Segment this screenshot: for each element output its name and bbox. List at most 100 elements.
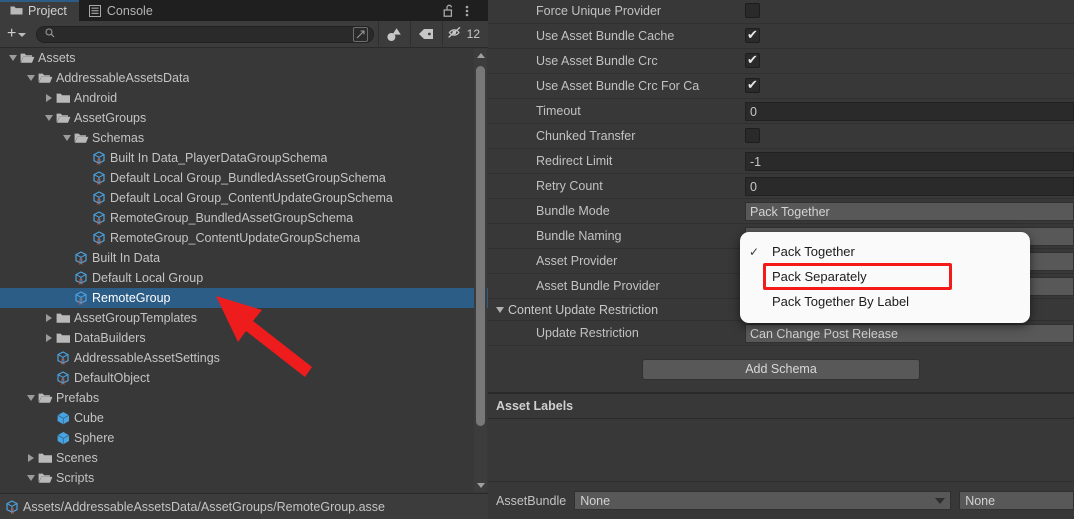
chevron-down-icon[interactable] <box>24 72 37 85</box>
bundle-mode-dropdown-menu[interactable]: ✓ Pack Together Pack Separately Pack Togeth… <box>740 232 1030 323</box>
dropdown-option-pack-together[interactable]: ✓ Pack Together <box>740 239 1030 264</box>
property-dropdown[interactable]: Pack Together <box>745 202 1074 221</box>
folder-open-icon <box>37 391 54 406</box>
tree-item-label: Default Local Group <box>92 271 204 285</box>
property-label: Use Asset Bundle Crc <box>536 54 658 68</box>
tree-item-default-local-group[interactable]: {} Default Local Group <box>0 268 488 288</box>
scriptable-object-icon: {} <box>55 351 72 366</box>
tree-item-label: Sphere <box>74 431 115 445</box>
chevron-down-icon[interactable] <box>60 132 73 145</box>
property-label: Update Restriction <box>536 326 639 340</box>
chevron-down-icon[interactable] <box>24 472 37 485</box>
search-field[interactable] <box>36 25 374 43</box>
chevron-right-icon[interactable] <box>24 452 37 465</box>
tree-item-remotegroup[interactable]: {} RemoteGroup <box>0 288 488 308</box>
property-checkbox[interactable] <box>745 26 760 43</box>
tree-item-addressableassetsettings[interactable]: {} AddressableAssetSettings <box>0 348 488 368</box>
eye-crossed-icon <box>447 26 466 42</box>
scrollbar-thumb[interactable] <box>476 66 485 426</box>
dropdown-option-pack-separately[interactable]: Pack Separately <box>740 263 1030 290</box>
save-search-icon[interactable] <box>352 26 368 42</box>
svg-text:{}: {} <box>79 299 84 305</box>
search-input[interactable] <box>55 28 353 40</box>
scroll-up-arrow-icon[interactable] <box>474 49 487 62</box>
prefab-icon <box>55 411 72 426</box>
property-checkbox[interactable] <box>745 128 760 143</box>
folder-open-icon <box>55 111 72 126</box>
tree-item-cube[interactable]: Cube <box>0 408 488 428</box>
project-tree-scrollbar[interactable] <box>474 49 487 492</box>
asset-bundle-name-value: None <box>580 493 611 508</box>
chevron-right-icon[interactable] <box>42 312 55 325</box>
tree-item-addressableassetsdata[interactable]: AddressableAssetsData <box>0 68 488 88</box>
chevron-down-icon[interactable] <box>24 392 37 405</box>
tree-item-default-local-group-contentupdategroupschema[interactable]: {} Default Local Group_ContentUpdateGroup… <box>0 188 488 208</box>
tree-item-assets[interactable]: Assets <box>0 48 488 68</box>
add-schema-button[interactable]: Add Schema <box>642 358 920 380</box>
tree-item-schemas[interactable]: Schemas <box>0 128 488 148</box>
chevron-right-icon[interactable] <box>42 92 55 105</box>
foldout-label: Content Update Restriction <box>508 302 659 317</box>
chevron-down-icon[interactable] <box>42 112 55 125</box>
tab-console[interactable]: Console <box>79 0 165 21</box>
tree-item-remotegroup-bundledassetgroupschema[interactable]: {} RemoteGroup_BundledAssetGroupSchema <box>0 208 488 228</box>
chevron-right-icon[interactable] <box>42 332 55 345</box>
hidden-count-label: 12 <box>466 27 480 41</box>
property-checkbox[interactable] <box>745 76 760 93</box>
folder-icon <box>55 331 72 346</box>
lock-open-icon[interactable] <box>443 4 456 18</box>
tree-item-label: AddressableAssetsData <box>56 71 190 85</box>
project-tree[interactable]: Assets AddressableAssetsData Android AssetG… <box>0 48 488 493</box>
filter-by-type-icon[interactable] <box>379 21 410 48</box>
console-icon <box>89 4 102 17</box>
tree-item-default-local-group-bundledassetgroupschema[interactable]: {} Default Local Group_BundledAssetGroupS… <box>0 168 488 188</box>
create-asset-button[interactable]: + <box>0 25 32 44</box>
update-restriction-dropdown[interactable]: Can Change Post Release <box>745 324 1074 343</box>
scroll-down-arrow-icon[interactable] <box>474 479 487 492</box>
dropdown-option-pack-together-by-label[interactable]: Pack Together By Label <box>740 289 1030 314</box>
project-toolbar: + 12 <box>0 20 488 48</box>
tab-project[interactable]: Project <box>0 0 79 21</box>
tree-item-prefabs[interactable]: Prefabs <box>0 388 488 408</box>
property-label: Use Asset Bundle Crc For Ca <box>536 79 700 93</box>
tree-item-defaultobject[interactable]: {} DefaultObject <box>0 368 488 388</box>
property-text-field[interactable]: -1 <box>745 152 1074 171</box>
asset-bundle-variant-dropdown[interactable]: None <box>959 491 1074 510</box>
project-status-bar: {} Assets/AddressableAssetsData/AssetGro… <box>0 493 488 519</box>
hidden-objects-toggle[interactable]: 12 <box>443 21 488 48</box>
folder-open-icon <box>37 71 54 86</box>
tree-item-remotegroup-contentupdategroupschema[interactable]: {} RemoteGroup_ContentUpdateGroupSchema <box>0 228 488 248</box>
tree-item-label: DataBuilders <box>74 331 146 345</box>
check-icon: ✓ <box>749 244 760 259</box>
tree-item-scenes[interactable]: Scenes <box>0 448 488 468</box>
filter-by-label-icon[interactable] <box>411 21 442 48</box>
property-checkbox[interactable] <box>745 51 760 68</box>
folder-icon <box>55 91 72 106</box>
chevron-down-icon[interactable] <box>6 52 19 65</box>
tree-item-sphere[interactable]: Sphere <box>0 428 488 448</box>
tree-item-databuilders[interactable]: DataBuilders <box>0 328 488 348</box>
asset-bundle-name-dropdown[interactable]: None <box>574 491 952 510</box>
property-text-field[interactable]: 0 <box>745 102 1074 121</box>
tree-item-built-in-data-playerdatagroupschema[interactable]: {} Built In Data_PlayerDataGroupSchema <box>0 148 488 168</box>
add-schema-band: Add Schema <box>488 346 1074 393</box>
property-text-field[interactable]: 0 <box>745 177 1074 196</box>
tree-item-assetgroups[interactable]: AssetGroups <box>0 108 488 128</box>
tree-item-built-in-data[interactable]: {} Built In Data <box>0 248 488 268</box>
property-checkbox[interactable] <box>745 3 760 18</box>
panel-tab-strip: Project Console <box>0 0 488 21</box>
tree-item-label: Assets <box>38 51 76 65</box>
tree-item-scripts[interactable]: Scripts <box>0 468 488 488</box>
kebab-menu-icon[interactable] <box>465 4 478 18</box>
property-label: Retry Count <box>536 179 603 193</box>
tree-item-assetgrouptemplates[interactable]: AssetGroupTemplates <box>0 308 488 328</box>
tab-console-label: Console <box>106 3 153 18</box>
folder-open-icon <box>37 471 54 486</box>
tree-item-android[interactable]: Android <box>0 88 488 108</box>
